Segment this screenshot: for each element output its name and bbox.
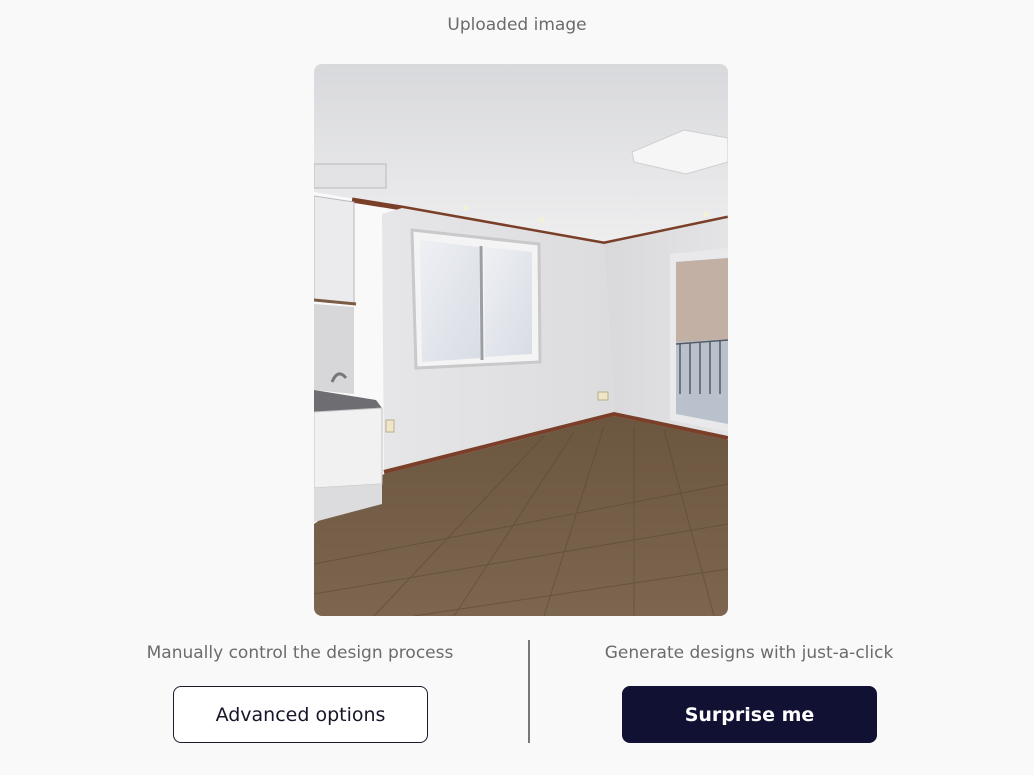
advanced-options-button[interactable]: Advanced options	[173, 686, 428, 743]
section-divider	[528, 640, 530, 743]
room-photo	[314, 64, 728, 616]
page-title: Uploaded image	[447, 15, 587, 35]
page: Uploaded image Manually control the desi…	[0, 0, 1034, 775]
uploaded-image	[314, 64, 728, 616]
auto-caption: Generate designs with just-a-click	[604, 643, 894, 663]
manual-caption: Manually control the design process	[146, 643, 454, 663]
surprise-me-button[interactable]: Surprise me	[622, 686, 877, 743]
